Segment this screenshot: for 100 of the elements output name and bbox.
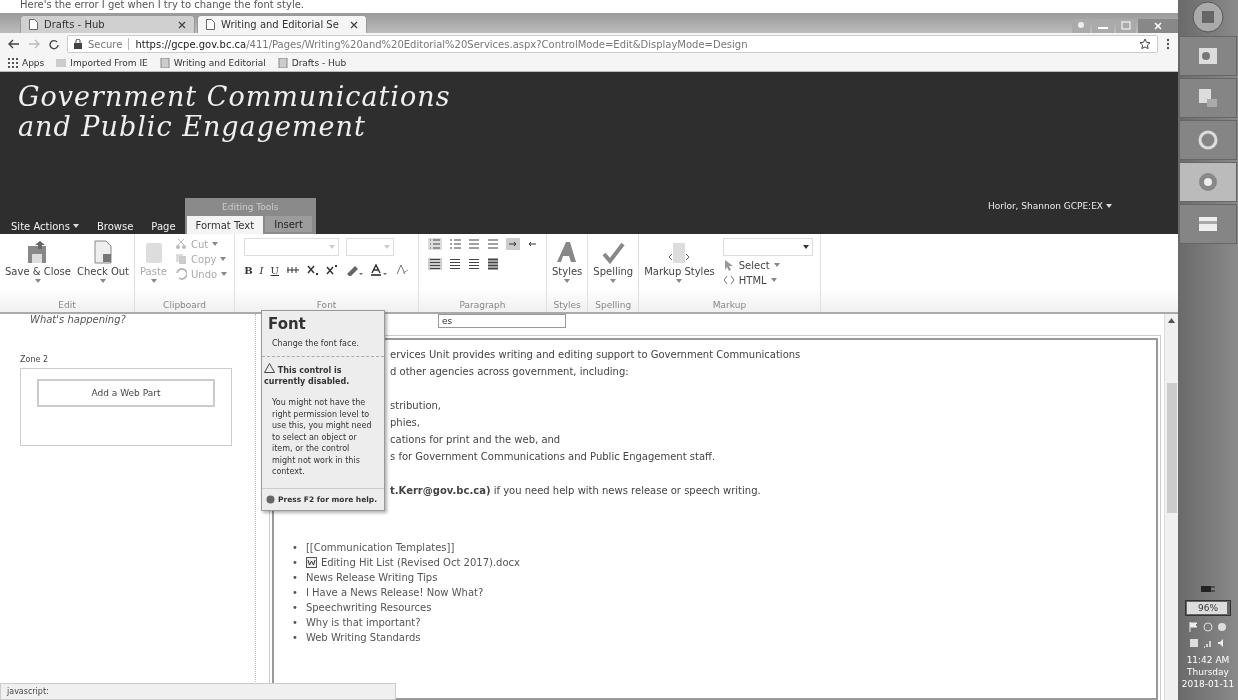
bullet: • bbox=[292, 631, 298, 645]
body-text: ervices Unit provides writing and editing support to Government Communications bbox=[390, 348, 801, 362]
body-text: cations for print and the web, and bbox=[390, 433, 561, 447]
bullet: • bbox=[292, 541, 298, 555]
scissors-icon bbox=[175, 238, 188, 250]
taskbar-button[interactable] bbox=[1179, 78, 1237, 118]
body-text: s for Government Communications and Public Engagement staff. bbox=[390, 450, 716, 464]
document-link[interactable]: News Release Writing Tips bbox=[305, 570, 438, 585]
document-link[interactable]: I Have a News Release! Now What? bbox=[305, 585, 484, 600]
zone-label: Zone 2 bbox=[20, 355, 49, 364]
align-center-icon bbox=[449, 258, 461, 270]
ribbon-button[interactable]: Select bbox=[722, 259, 813, 271]
up-arrow-icon bbox=[1168, 318, 1175, 323]
format-button[interactable]: I bbox=[259, 264, 264, 276]
status-bar: javascript: bbox=[0, 683, 396, 700]
caret-icon bbox=[212, 242, 219, 246]
title-field[interactable]: es bbox=[438, 314, 566, 328]
caret-icon bbox=[220, 257, 227, 261]
ribbon-button[interactable]: Styles bbox=[550, 238, 585, 300]
menu-icon bbox=[1166, 38, 1170, 50]
address-bar[interactable]: Secure https://gcpe.gov.bc.ca/411/Pages/Writing%20and%20Editorial%20Services.aspx?ControlMode=Edit&DisplayMode=Design bbox=[67, 35, 1158, 53]
bullet: • bbox=[292, 586, 298, 600]
body-text: t.Kerr@gov.bc.ca) if you need help with news release or speech writing. bbox=[390, 484, 761, 498]
taskbar-button[interactable] bbox=[1179, 120, 1237, 160]
taskbar-button[interactable] bbox=[1179, 162, 1237, 202]
ribbon-group-label: Spelling bbox=[594, 300, 633, 312]
ribbon-group-label: Styles bbox=[552, 300, 582, 312]
caret-icon bbox=[676, 279, 683, 283]
increase-indent-icon bbox=[487, 238, 499, 250]
bullet: • bbox=[292, 601, 298, 615]
caret-icon bbox=[610, 279, 617, 283]
caret-icon bbox=[384, 245, 391, 249]
add-web-part-button[interactable]: Add a Web Part bbox=[37, 379, 215, 407]
ribbon-group-label: Font bbox=[315, 300, 338, 312]
cursor-icon bbox=[722, 259, 735, 271]
bookmark[interactable]: Imported From IE bbox=[56, 58, 148, 68]
browser-tab[interactable]: Writing and Editorial Se bbox=[197, 15, 367, 33]
ribbon-button[interactable]: Check Out bbox=[74, 238, 132, 300]
page-icon bbox=[206, 19, 215, 30]
left-to-right-icon bbox=[506, 238, 520, 250]
document-link[interactable]: Editing Hit List (Revised Oct 2017).docx bbox=[305, 555, 520, 570]
scrollbar[interactable] bbox=[1164, 314, 1178, 700]
check-mark-icon bbox=[601, 240, 626, 264]
taskbar-button[interactable] bbox=[1179, 36, 1237, 76]
bookmark[interactable]: Drafts - Hub bbox=[277, 58, 347, 68]
caret-icon bbox=[150, 279, 157, 283]
document-link[interactable]: Speechwriting Resources bbox=[305, 600, 432, 615]
ribbon-button[interactable]: HTML bbox=[722, 274, 813, 286]
ribbon-button[interactable]: Save & Close bbox=[3, 238, 73, 300]
taskbar-button[interactable] bbox=[1179, 204, 1237, 244]
page-icon bbox=[29, 19, 38, 30]
power-plug-icon bbox=[1201, 584, 1215, 594]
back-arrow-icon bbox=[8, 39, 20, 49]
globe-icon bbox=[1217, 622, 1227, 632]
browser-icon bbox=[1197, 129, 1219, 151]
bullet: • bbox=[292, 616, 298, 630]
ribbon-button[interactable]: Markup Styles bbox=[642, 238, 717, 300]
chat-icon bbox=[1197, 87, 1219, 109]
clear-format-icon bbox=[395, 264, 409, 276]
reload-icon bbox=[48, 38, 59, 50]
mail-icon bbox=[1197, 45, 1219, 67]
folder-icon bbox=[56, 58, 67, 68]
dropdown-field[interactable] bbox=[722, 238, 813, 256]
ribbon-tab[interactable]: Insert bbox=[265, 216, 312, 232]
caret-icon bbox=[221, 272, 228, 276]
document-icon bbox=[91, 240, 115, 264]
forward-arrow-icon bbox=[28, 39, 40, 49]
caret-icon bbox=[564, 279, 571, 283]
bookmark[interactable]: Apps bbox=[8, 58, 45, 68]
warning-text: This control is currently disabled. bbox=[262, 357, 384, 397]
ribbon-tab[interactable]: Page bbox=[142, 218, 185, 234]
bullet: • bbox=[292, 556, 298, 570]
user-menu[interactable]: Horlor, Shannon GCPE:EX bbox=[981, 200, 1118, 212]
ribbon-tab[interactable]: Site Actions bbox=[2, 218, 88, 234]
copy-icon bbox=[175, 253, 188, 265]
close-icon bbox=[178, 20, 186, 29]
document-link[interactable]: Web Writing Standards bbox=[305, 630, 421, 645]
body-text: d other agencies across government, including: bbox=[390, 365, 629, 379]
signal-icon bbox=[1203, 638, 1213, 648]
format-button[interactable]: U bbox=[270, 264, 279, 276]
document-link[interactable]: [[Communication Templates]] bbox=[305, 540, 455, 555]
align-right-icon bbox=[468, 258, 480, 270]
tooltip-body: You might not have the right permission level to use this, you might need to select an object or item, or the control might not work in this context. bbox=[262, 397, 384, 489]
browser-icon bbox=[1197, 171, 1219, 193]
caret-icon bbox=[329, 245, 336, 249]
font-color-icon bbox=[370, 264, 388, 276]
page-icon bbox=[277, 58, 288, 68]
caret-icon bbox=[72, 224, 79, 228]
scrollbar-thumb[interactable] bbox=[1166, 383, 1177, 513]
document-link[interactable]: Why is that important? bbox=[305, 615, 421, 630]
network-icon bbox=[1189, 638, 1199, 648]
ribbon-tab[interactable]: Format Text bbox=[186, 216, 264, 234]
browser-tab[interactable]: Drafts - Hub bbox=[20, 15, 195, 33]
format-button[interactable]: B bbox=[244, 264, 253, 276]
subscript-icon bbox=[307, 264, 319, 276]
ribbon-tab[interactable]: Browse bbox=[87, 218, 143, 234]
ribbon-button[interactable]: Spelling bbox=[591, 238, 636, 300]
page-icon bbox=[159, 58, 170, 68]
caret-icon bbox=[100, 279, 106, 283]
bookmark[interactable]: Writing and Editorial bbox=[159, 58, 266, 68]
